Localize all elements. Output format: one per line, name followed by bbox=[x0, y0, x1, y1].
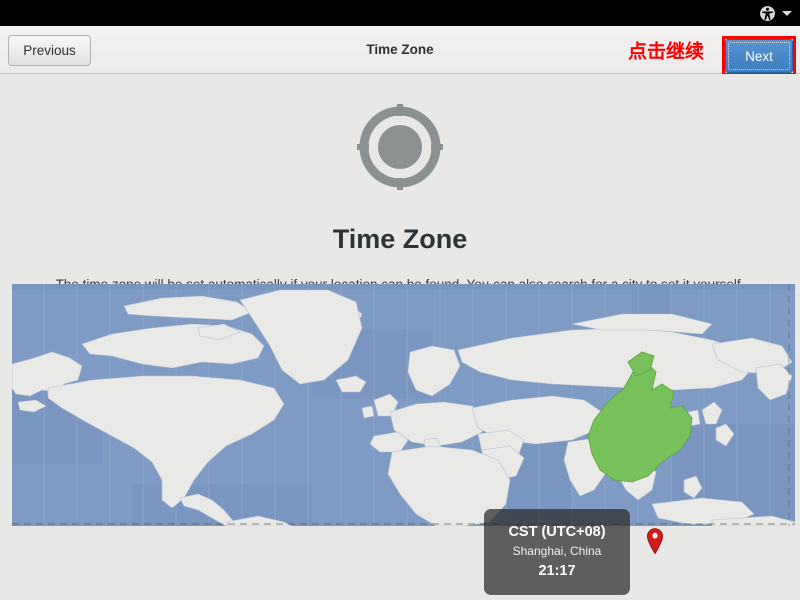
accessibility-menu-button[interactable] bbox=[759, 5, 792, 22]
map-pin-icon bbox=[646, 528, 664, 554]
page-title: Time Zone bbox=[332, 224, 468, 254]
wizard-header-bar: Previous Time Zone 点击继续 Next bbox=[0, 26, 800, 76]
world-timezone-map[interactable] bbox=[12, 284, 795, 526]
previous-button[interactable]: Previous bbox=[8, 35, 91, 66]
map-svg bbox=[12, 284, 795, 526]
next-button[interactable]: Next bbox=[725, 39, 793, 73]
annotation-click-continue: 点击继续 bbox=[627, 41, 704, 62]
chevron-down-icon bbox=[782, 10, 792, 16]
location-target-icon-wrap bbox=[0, 104, 800, 195]
system-top-bar bbox=[0, 0, 800, 26]
next-button-highlight-box: Next bbox=[722, 36, 796, 76]
universal-access-icon bbox=[760, 5, 775, 21]
location-target-icon bbox=[357, 104, 443, 190]
